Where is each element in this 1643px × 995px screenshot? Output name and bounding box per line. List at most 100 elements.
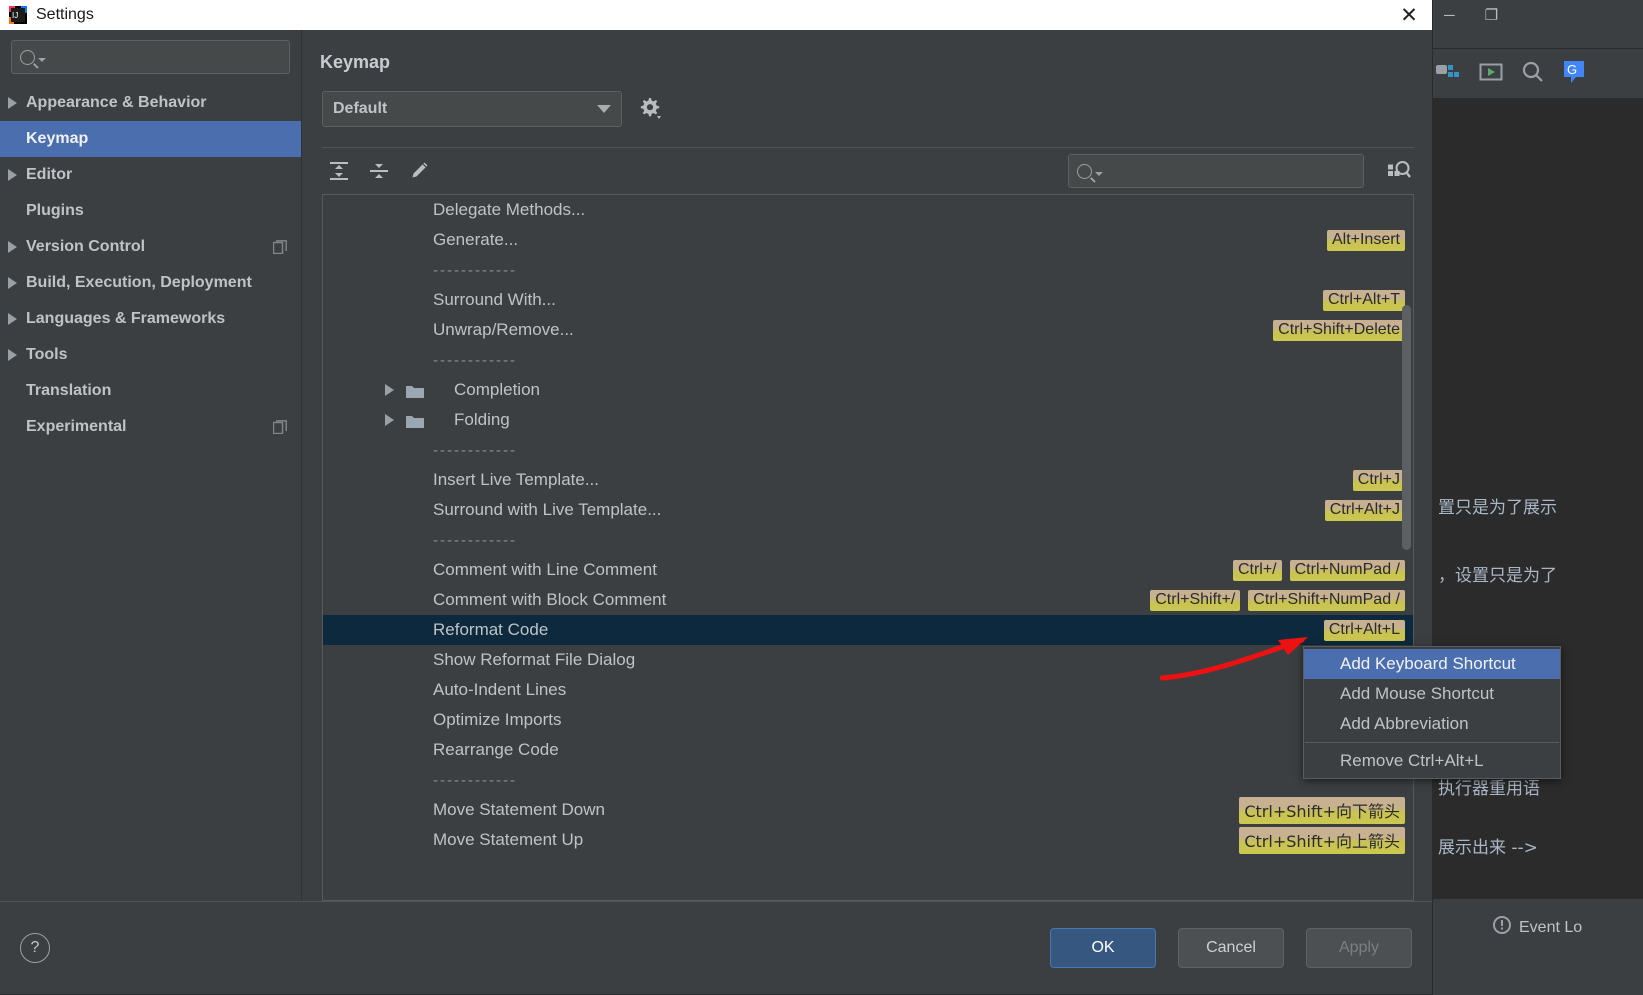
keymap-select[interactable]: Default	[322, 91, 622, 127]
expand-all-icon[interactable]	[322, 156, 356, 186]
device-manager-icon[interactable]	[1435, 61, 1461, 88]
chevron-right-icon[interactable]	[8, 313, 17, 325]
sidebar-item-label: Experimental	[26, 418, 127, 435]
shortcut-badge[interactable]: Ctrl+/	[1232, 559, 1282, 581]
ok-button[interactable]: OK	[1050, 928, 1156, 968]
shortcut-badges: Ctrl+Alt+L	[1323, 615, 1405, 645]
chevron-right-icon[interactable]	[385, 414, 394, 426]
google-translate-icon[interactable]: G	[1563, 60, 1585, 89]
dialog-title-bar: IJ Settings ✕	[0, 0, 1432, 30]
ide-status-bar: Event Lo	[1430, 898, 1643, 995]
action-separator: ------------	[323, 765, 1413, 795]
sidebar-item-editor[interactable]: Editor	[0, 157, 301, 193]
ide-minimize-icon[interactable]: ─	[1444, 7, 1455, 24]
sidebar-item-tools[interactable]: Tools	[0, 337, 301, 373]
sidebar-item-translation[interactable]: Translation	[0, 373, 301, 409]
settings-sidebar: Appearance & Behavior Keymap Editor Plugins…	[0, 30, 302, 901]
chevron-right-icon[interactable]	[8, 97, 17, 109]
action-group-row[interactable]: Completion	[323, 375, 1413, 405]
sidebar-item-plugins[interactable]: Plugins	[0, 193, 301, 229]
action-separator: ------------	[323, 345, 1413, 375]
action-row[interactable]: Unwrap/Remove... Ctrl+Shift+Delete	[323, 315, 1413, 345]
find-by-shortcut-icon[interactable]	[1384, 156, 1414, 186]
chevron-right-icon[interactable]	[8, 241, 17, 253]
project-scope-icon	[272, 420, 287, 435]
keymap-action-tree[interactable]: Delegate Methods... Generate... Alt+Insert…	[322, 194, 1414, 901]
action-row[interactable]: Auto-Indent Lines	[323, 675, 1413, 705]
shortcut-badge[interactable]: Ctrl+Shift+/	[1150, 589, 1241, 611]
shortcut-badge[interactable]: Ctrl+Alt+T	[1322, 289, 1405, 311]
action-row[interactable]: Reformat Code Ctrl+Alt+L	[323, 615, 1413, 645]
shortcut-context-menu[interactable]: Add Keyboard Shortcut Add Mouse Shortcut A…	[1303, 646, 1561, 779]
action-row[interactable]: Move Statement Up Ctrl+Shift+向上箭头	[323, 825, 1413, 855]
separator-dashes: ------------	[433, 261, 517, 279]
shortcut-badge[interactable]: Ctrl+Shift+向上箭头	[1239, 826, 1405, 854]
sidebar-item-build-execution-deployment[interactable]: Build, Execution, Deployment	[0, 265, 301, 301]
action-row[interactable]: Show Reformat File DialogCtrl+	[323, 645, 1413, 675]
shortcut-badge[interactable]: Ctrl+J	[1352, 469, 1405, 491]
shortcut-badge[interactable]: Ctrl+Shift+向下箭头	[1239, 796, 1405, 824]
shortcut-badge[interactable]: Alt+Insert	[1326, 229, 1405, 251]
chevron-right-icon[interactable]	[385, 384, 394, 396]
svg-text:IJ: IJ	[12, 11, 18, 20]
action-row[interactable]: Rearrange Code	[323, 735, 1413, 765]
action-label: Move Statement Up	[433, 830, 584, 849]
action-row[interactable]: Optimize Imports	[323, 705, 1413, 735]
search-everywhere-icon[interactable]	[1521, 60, 1545, 89]
pencil-icon[interactable]	[402, 156, 436, 186]
chevron-down-icon[interactable]	[38, 58, 46, 62]
chevron-down-icon	[597, 105, 611, 113]
action-group-row[interactable]: Folding	[323, 405, 1413, 435]
sidebar-item-experimental[interactable]: Experimental	[0, 409, 301, 445]
sidebar-item-label: Translation	[26, 382, 112, 399]
close-icon[interactable]: ✕	[1386, 0, 1432, 30]
run-icon[interactable]	[1479, 62, 1503, 87]
action-row[interactable]: Generate... Alt+Insert	[323, 225, 1413, 255]
ide-window-buttons[interactable]: ─ ❐	[1430, 0, 1643, 30]
sidebar-item-keymap[interactable]: Keymap	[0, 121, 301, 157]
action-row[interactable]: Surround with Live Template... Ctrl+Alt+J	[323, 495, 1413, 525]
event-log-label[interactable]: Event Lo	[1519, 919, 1582, 937]
menu-item-add-abbreviation[interactable]: Add Abbreviation	[1304, 709, 1560, 739]
chevron-right-icon[interactable]	[8, 277, 17, 289]
settings-category-tree[interactable]: Appearance & Behavior Keymap Editor Plugins…	[0, 82, 301, 901]
chevron-right-icon[interactable]	[8, 349, 17, 361]
action-row[interactable]: Move Statement Down Ctrl+Shift+向下箭头	[323, 795, 1413, 825]
menu-item-remove-ctrl-alt-l[interactable]: Remove Ctrl+Alt+L	[1304, 746, 1560, 776]
settings-search-wrap	[0, 30, 301, 82]
action-label: Comment with Block Comment	[433, 590, 667, 609]
separator-dashes: ------------	[433, 771, 517, 789]
sidebar-item-version-control[interactable]: Version Control	[0, 229, 301, 265]
shortcut-badge[interactable]: Ctrl+NumPad /	[1289, 559, 1405, 581]
keymap-search-input[interactable]	[1068, 154, 1364, 188]
dialog-button-bar: ? OK Cancel Apply	[0, 901, 1432, 994]
chevron-down-icon[interactable]	[1095, 172, 1103, 176]
sidebar-item-appearance-behavior[interactable]: Appearance & Behavior	[0, 85, 301, 121]
help-button[interactable]: ?	[20, 933, 50, 963]
vertical-scrollbar[interactable]	[1402, 305, 1411, 550]
page-title: Keymap	[320, 52, 391, 72]
shortcut-badge[interactable]: Ctrl+Shift+NumPad /	[1248, 589, 1405, 611]
cancel-button[interactable]: Cancel	[1178, 928, 1284, 968]
gear-icon[interactable]	[638, 97, 662, 121]
action-row[interactable]: Comment with Block Comment Ctrl+Shift+/ Ct…	[323, 585, 1413, 615]
shortcut-badge[interactable]: Ctrl+Shift+Delete	[1273, 319, 1405, 341]
search-input[interactable]	[11, 40, 290, 74]
action-row[interactable]: Comment with Line Comment Ctrl+/ Ctrl+NumP…	[323, 555, 1413, 585]
shortcut-badge[interactable]: Ctrl+Alt+L	[1323, 619, 1405, 641]
collapse-all-icon[interactable]	[362, 156, 396, 186]
chevron-right-icon[interactable]	[8, 169, 17, 181]
action-row[interactable]: Delegate Methods...	[323, 195, 1413, 225]
ide-maximize-icon[interactable]: ❐	[1485, 6, 1498, 24]
action-row[interactable]: Insert Live Template... Ctrl+J	[323, 465, 1413, 495]
action-label: Reformat Code	[433, 620, 549, 639]
action-separator: ------------	[323, 255, 1413, 285]
menu-item-add-keyboard-shortcut[interactable]: Add Keyboard Shortcut	[1304, 649, 1560, 679]
action-label: Optimize Imports	[433, 710, 562, 729]
sidebar-item-languages-frameworks[interactable]: Languages & Frameworks	[0, 301, 301, 337]
apply-button: Apply	[1306, 928, 1412, 968]
menu-item-add-mouse-shortcut[interactable]: Add Mouse Shortcut	[1304, 679, 1560, 709]
action-label: Folding	[454, 410, 510, 429]
action-row[interactable]: Surround With... Ctrl+Alt+T	[323, 285, 1413, 315]
shortcut-badge[interactable]: Ctrl+Alt+J	[1324, 499, 1405, 521]
